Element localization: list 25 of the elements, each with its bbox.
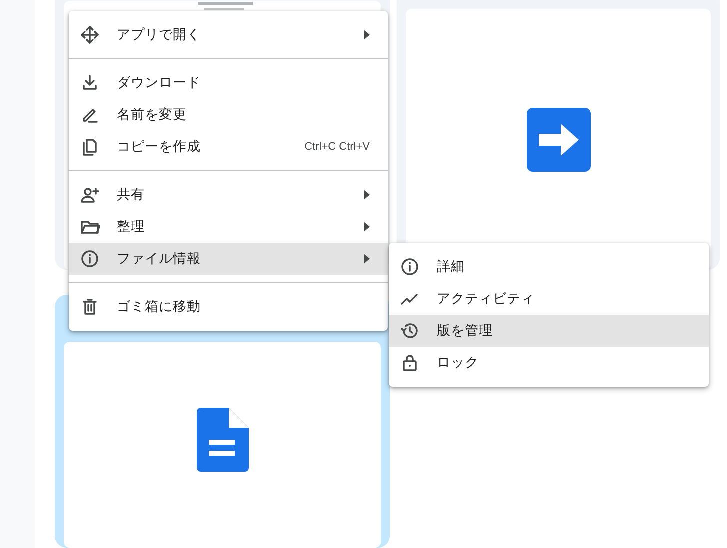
menu-item[interactable]: アプリで開く: [69, 19, 388, 51]
menu-item[interactable]: 版を管理: [389, 315, 709, 347]
menu-item-label: 詳細: [437, 258, 466, 276]
menu-item-label: 共有: [117, 186, 146, 204]
menu-item[interactable]: 詳細: [389, 251, 709, 283]
menu-item-label: ダウンロード: [117, 74, 202, 92]
menu-item[interactable]: ダウンロード: [69, 67, 388, 99]
menu-item-label: アプリで開く: [117, 26, 202, 44]
menu-item-label: 版を管理: [437, 322, 494, 340]
menu-item[interactable]: ゴミ箱に移動: [69, 291, 388, 323]
menu-item[interactable]: アクティビティ: [389, 283, 709, 315]
menu-item-label: アクティビティ: [437, 290, 536, 308]
menu-item-label: 名前を変更: [117, 106, 188, 124]
menu-item-label: 整理: [117, 218, 146, 236]
menu-item[interactable]: 整理: [69, 211, 388, 243]
menu-item-label: ファイル情報: [117, 250, 202, 268]
menu-item[interactable]: 共有: [69, 179, 388, 211]
menu-item-label: ゴミ箱に移動: [117, 298, 202, 316]
menu-item[interactable]: 名前を変更: [69, 99, 388, 131]
menu-item[interactable]: ファイル情報: [69, 243, 388, 275]
menu-item[interactable]: コピーを作成 Ctrl+C Ctrl+V: [69, 131, 388, 163]
menu-item[interactable]: ロック: [389, 347, 709, 379]
shortcut-hint: Ctrl+C Ctrl+V: [304, 141, 370, 153]
menu-item-label: コピーを作成: [117, 138, 202, 156]
menu-item-label: ロック: [437, 354, 480, 372]
